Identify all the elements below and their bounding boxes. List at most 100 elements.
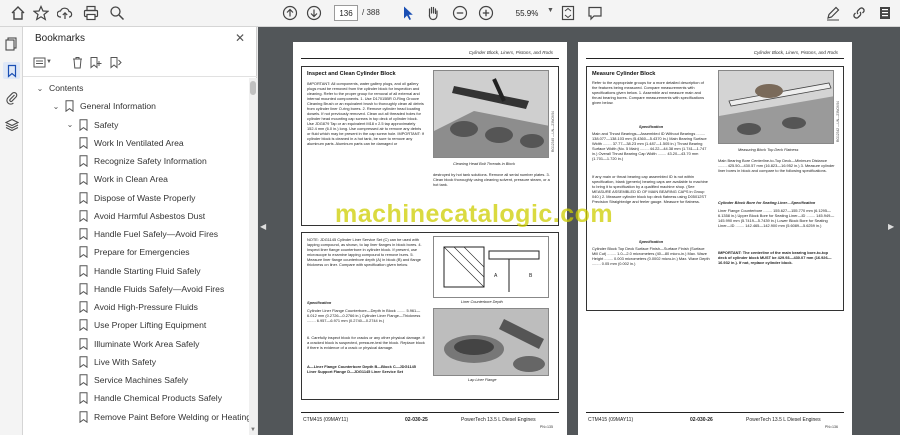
bookmark-label: Illuminate Work Area Safely <box>94 338 200 349</box>
bookmark-item[interactable]: ⌄ Contents <box>35 79 84 97</box>
chevron-down-icon[interactable]: ▼ <box>547 7 554 14</box>
bookmark-flag-icon <box>79 283 88 295</box>
bookmark-item[interactable]: Prepare for Emergencies <box>79 243 190 261</box>
page-total: / 388 <box>362 8 380 17</box>
divider <box>586 412 844 413</box>
bookmark-item[interactable]: Work In Ventilated Area <box>79 134 184 152</box>
expand-panel-icon[interactable]: ▶ <box>888 222 894 231</box>
chevron-down-icon[interactable]: ⌄ <box>35 84 45 93</box>
page-up-icon[interactable] <box>280 3 300 23</box>
bookmark-label: Live With Safety <box>94 356 157 367</box>
bookmark-item[interactable]: Remove Paint Before Welding or Heating <box>79 408 249 426</box>
bookmarks-panel-icon[interactable] <box>3 62 20 79</box>
bookmark-item[interactable]: Use Proper Lifting Equipment <box>79 316 206 334</box>
lap-liner-photo <box>433 308 549 376</box>
sign-pen-icon[interactable] <box>823 3 843 23</box>
bookmark-flag-icon <box>79 301 88 313</box>
zoom-out-icon[interactable] <box>450 3 470 23</box>
bookmark-flag-icon <box>79 392 88 405</box>
close-icon[interactable]: ✕ <box>235 31 245 45</box>
scrollbar-thumb[interactable] <box>250 81 256 95</box>
new-bookmark-icon[interactable] <box>87 54 103 70</box>
zoom-level-select[interactable]: 55.9% <box>508 5 546 21</box>
bookmark-item[interactable]: Handle Starting Fluid Safely <box>79 262 201 280</box>
bookmarks-panel: Bookmarks ✕ ▼ ⌄ Contents ⌄ General Informat… <box>23 27 257 435</box>
document-page-right: Cylinder Block, Liners, Pistons, and Rod… <box>578 42 852 435</box>
zoom-in-icon[interactable] <box>476 3 496 23</box>
bookmark-flag-icon <box>79 173 88 186</box>
bookmark-flag-icon <box>79 155 88 167</box>
bookmark-flag-icon <box>79 410 88 423</box>
section-text: IMPORTANT: All components, water gallery… <box>307 81 424 146</box>
note-text: NOTE: JDG1145 Cylinder Liner Service Set… <box>307 237 422 267</box>
chevron-down-icon[interactable]: ⌄ <box>51 102 61 111</box>
bookmark-item[interactable]: Handle Chemical Products Safely <box>79 389 222 407</box>
spec-rows: Cylinder Block Top Deck Surface Finish—S… <box>592 246 710 266</box>
bookmark-flag-icon <box>79 356 88 368</box>
page-number-input[interactable]: 136 <box>334 5 358 21</box>
hand-tool-icon[interactable] <box>423 3 443 23</box>
home-icon[interactable] <box>8 3 28 23</box>
bookmark-item[interactable]: ⌄ General Information <box>51 97 156 115</box>
chevron-down-icon[interactable]: ⌄ <box>65 120 75 129</box>
bookmark-label: Handle Fuel Safely—Avoid Fires <box>94 229 219 239</box>
spec-rows: Liner Flange Counterbore ........ 155.62… <box>718 208 835 228</box>
divider <box>23 76 257 77</box>
select-cursor-icon[interactable] <box>398 3 418 23</box>
share-link-icon[interactable] <box>849 3 869 23</box>
figure-reference: RG12340 —UN—23NOV04 <box>551 111 555 152</box>
tag-bookmark-icon[interactable] <box>107 54 123 70</box>
bookmark-item[interactable]: Recognize Safety Information <box>79 152 207 170</box>
bookmark-item[interactable]: Service Machines Safely <box>79 371 188 389</box>
bookmark-item[interactable]: Handle Fluids Safely—Avoid Fires <box>79 280 224 298</box>
chevron-down-icon[interactable]: ▼ <box>45 54 53 70</box>
document-viewer[interactable]: ◀ ▶ Cylinder Block, Liners, Pistons, and… <box>258 27 900 435</box>
bookmark-item[interactable]: Dispose of Waste Properly <box>79 189 195 207</box>
footer-manual-code: CTM415 (09MAY11) <box>588 417 634 423</box>
watermark-text: machinecatalogic.com <box>335 200 614 228</box>
cloud-upload-icon[interactable] <box>55 3 75 23</box>
scroll-down-icon[interactable]: ▼ <box>250 427 256 433</box>
bookmark-label: Avoid High-Pressure Fluids <box>94 302 198 312</box>
delete-bookmark-icon[interactable] <box>69 54 85 70</box>
side-text: Main Bearing Bore Centerline-to-Top Deck… <box>718 158 835 173</box>
bookmark-item[interactable]: ⌄ Safety <box>65 116 118 134</box>
bookmark-item[interactable]: Live With Safety <box>79 353 156 371</box>
page-down-icon[interactable] <box>304 3 324 23</box>
divider <box>301 58 559 59</box>
bookmark-item[interactable]: Avoid High-Pressure Fluids <box>79 298 198 316</box>
star-bookmark-icon[interactable] <box>31 3 51 23</box>
fit-page-icon[interactable] <box>558 3 578 23</box>
collapse-panel-icon[interactable]: ◀ <box>260 222 266 231</box>
figure-legend: A—Liner Flange Counterbore Depth B—Block… <box>307 364 416 374</box>
spec-title: Cylinder Block Bore for Seating Liner—Sp… <box>718 200 816 205</box>
footer-engine-title: PowerTech 13.5 L Diesel Engines <box>461 417 536 423</box>
more-options-icon[interactable] <box>875 3 895 23</box>
bookmark-label: Work in Clean Area <box>94 174 168 185</box>
bookmark-item[interactable]: Illuminate Work Area Safely <box>79 335 199 353</box>
bookmark-label: Avoid Harmful Asbestos Dust <box>94 210 206 221</box>
bookmark-item[interactable]: Work in Clean Area <box>79 170 168 188</box>
bookmark-item[interactable]: Avoid Harmful Asbestos Dust <box>79 207 205 225</box>
footer-pn: PN=136 <box>824 425 838 429</box>
bookmark-label: Handle Starting Fluid Safely <box>94 265 201 276</box>
layers-icon[interactable] <box>3 116 20 133</box>
bookmark-label: Dispose of Waste Properly <box>94 192 196 203</box>
inspection-text: 6. Carefully inspect block for cracks or… <box>307 335 425 350</box>
spec-title: Specification <box>307 300 332 305</box>
svg-text:B: B <box>529 273 533 279</box>
footer-manual-code: CTM415 (09MAY11) <box>303 417 349 423</box>
comment-icon[interactable] <box>585 3 605 23</box>
attachments-paperclip-icon[interactable] <box>3 89 20 106</box>
bookmark-label: Work In Ventilated Area <box>94 137 184 148</box>
bookmarks-scrollbar[interactable]: ▼ <box>249 78 257 435</box>
spec-title: Specification <box>638 124 664 129</box>
figure-reference: RG12342 —UN—23NOV04 <box>836 101 840 142</box>
print-icon[interactable] <box>81 3 101 23</box>
image-caption: Cleaning Head Bolt Threads in Block <box>453 162 516 166</box>
page-thumbnails-icon[interactable] <box>3 35 20 52</box>
bookmark-item[interactable]: Handle Fuel Safely—Avoid Fires <box>79 225 218 243</box>
search-zoom-icon[interactable] <box>107 3 127 23</box>
footer-engine-title: PowerTech 13.5 L Diesel Engines <box>746 417 821 423</box>
engine-block-photo <box>433 70 549 158</box>
